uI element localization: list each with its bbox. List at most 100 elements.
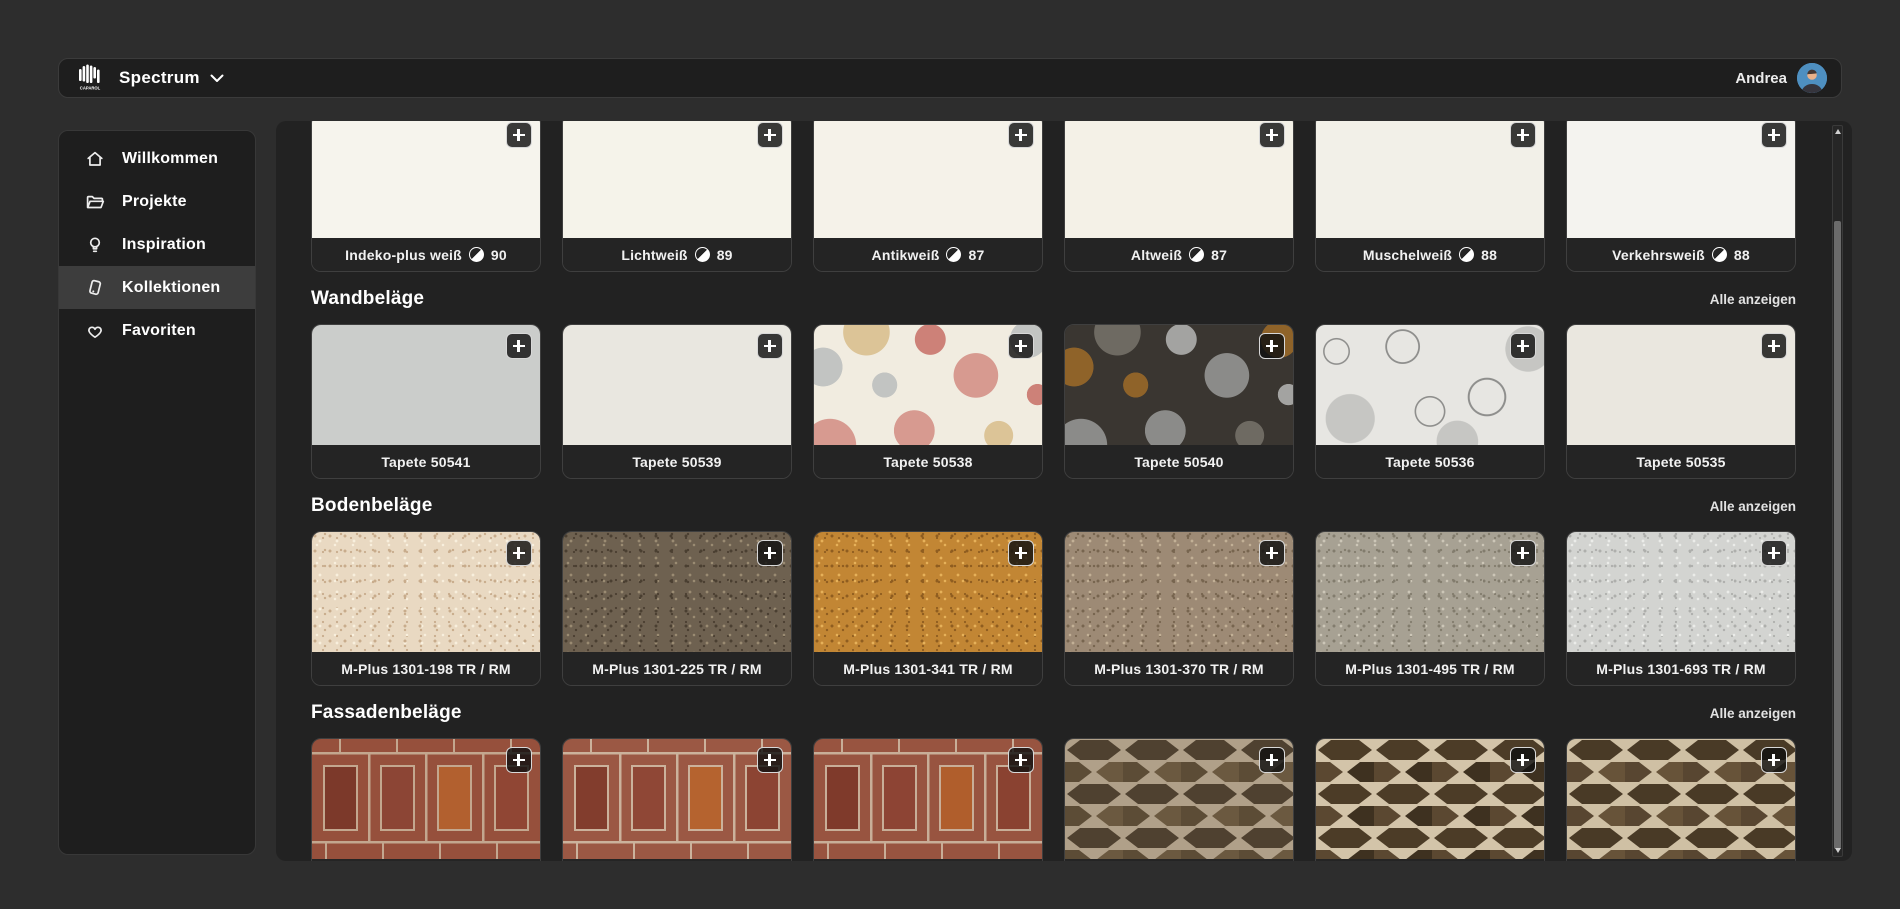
scroll-up-arrow-icon[interactable]	[1835, 129, 1841, 134]
add-plus-button[interactable]	[757, 747, 783, 773]
swatch-card-facade-brick-3[interactable]	[813, 738, 1043, 861]
paint-cards-row: Indeko-plus weiß 90 Lichtweiß 89 Antikwe…	[311, 121, 1796, 272]
swatch-card-mplus-693[interactable]: M-Plus 1301-693 TR / RM	[1566, 531, 1796, 686]
swatch-card-facade-hex-2[interactable]	[1315, 738, 1545, 861]
sidebar-item-kollektionen[interactable]: Kollektionen	[59, 266, 255, 309]
swatch-card-mplus-198[interactable]: M-Plus 1301-198 TR / RM	[311, 531, 541, 686]
swatch-image	[563, 739, 791, 859]
sidebar-item-favoriten[interactable]: Favoriten	[59, 309, 255, 352]
swatch-image	[1065, 532, 1293, 652]
add-plus-button[interactable]	[1259, 540, 1285, 566]
swatch-label: Antikweiß 87	[814, 238, 1042, 271]
swatch-name: Indeko-plus weiß	[345, 247, 462, 263]
swatch-card-facade-brick-1[interactable]	[311, 738, 541, 861]
add-plus-button[interactable]	[1259, 333, 1285, 359]
swatch-label: Altweiß 87	[1065, 238, 1293, 271]
swatch-name: M-Plus 1301-495 TR / RM	[1345, 661, 1515, 677]
add-plus-button[interactable]	[1259, 122, 1285, 148]
add-plus-button[interactable]	[1008, 747, 1034, 773]
folder-icon	[85, 192, 105, 212]
swatch-card-tapete-50536[interactable]: Tapete 50536	[1315, 324, 1545, 479]
swatch-card-altweiss[interactable]: Altweiß 87	[1064, 121, 1294, 272]
swatch-card-tapete-50541[interactable]: Tapete 50541	[311, 324, 541, 479]
swatch-card-mplus-370[interactable]: M-Plus 1301-370 TR / RM	[1064, 531, 1294, 686]
section-title: Wandbeläge	[311, 288, 424, 310]
show-all-link[interactable]: Alle anzeigen	[1710, 706, 1796, 721]
add-plus-button[interactable]	[757, 540, 783, 566]
swatch-image	[563, 121, 791, 238]
add-plus-button[interactable]	[757, 333, 783, 359]
swatch-image	[1567, 325, 1795, 445]
avatar[interactable]	[1797, 63, 1827, 93]
swatch-card-indeko-plus-weiss[interactable]: Indeko-plus weiß 90	[311, 121, 541, 272]
sidebar-item-label: Inspiration	[122, 236, 206, 254]
swatch-label: Tapete 50535	[1567, 445, 1795, 478]
swatch-name: Altweiß	[1131, 247, 1182, 263]
swatch-label	[814, 859, 1042, 861]
add-plus-button[interactable]	[506, 122, 532, 148]
swatch-card-tapete-50539[interactable]: Tapete 50539	[562, 324, 792, 479]
user-name: Andrea	[1735, 70, 1787, 87]
swatch-image	[814, 532, 1042, 652]
add-plus-button[interactable]	[1008, 122, 1034, 148]
show-all-link[interactable]: Alle anzeigen	[1710, 292, 1796, 307]
app-switcher[interactable]: Spectrum	[119, 68, 200, 88]
swatch-score: 87	[968, 247, 984, 263]
opacity-ratio-icon	[469, 247, 484, 262]
home-icon	[85, 149, 105, 169]
swatch-card-facade-hex-3[interactable]	[1566, 738, 1796, 861]
swatch-label: Indeko-plus weiß 90	[312, 238, 540, 271]
swatch-image	[1316, 739, 1544, 859]
vertical-scrollbar[interactable]	[1832, 125, 1843, 857]
swatch-card-lichtweiss[interactable]: Lichtweiß 89	[562, 121, 792, 272]
swatch-card-antikweiss[interactable]: Antikweiß 87	[813, 121, 1043, 272]
swatch-card-tapete-50540[interactable]: Tapete 50540	[1064, 324, 1294, 479]
sidebar-item-willkommen[interactable]: Willkommen	[59, 137, 255, 180]
swatch-name: M-Plus 1301-341 TR / RM	[843, 661, 1013, 677]
add-plus-button[interactable]	[506, 540, 532, 566]
sidebar-item-label: Kollektionen	[122, 279, 220, 297]
swatch-card-mplus-225[interactable]: M-Plus 1301-225 TR / RM	[562, 531, 792, 686]
swatch-image	[1065, 739, 1293, 859]
swatch-name: Tapete 50538	[883, 454, 972, 470]
swatch-image	[563, 532, 791, 652]
swatch-card-mplus-495[interactable]: M-Plus 1301-495 TR / RM	[1315, 531, 1545, 686]
add-plus-button[interactable]	[757, 122, 783, 148]
swatch-label: M-Plus 1301-370 TR / RM	[1065, 652, 1293, 685]
swatch-image	[312, 121, 540, 238]
sidebar-item-projekte[interactable]: Projekte	[59, 180, 255, 223]
add-plus-button[interactable]	[1761, 747, 1787, 773]
swatch-card-mplus-341[interactable]: M-Plus 1301-341 TR / RM	[813, 531, 1043, 686]
sidebar-item-inspiration[interactable]: Inspiration	[59, 223, 255, 266]
add-plus-button[interactable]	[1761, 122, 1787, 148]
add-plus-button[interactable]	[1008, 333, 1034, 359]
swatch-card-tapete-50538[interactable]: Tapete 50538	[813, 324, 1043, 479]
facade-cards-row	[311, 738, 1796, 861]
swatch-image	[1316, 121, 1544, 238]
swatch-image	[814, 121, 1042, 238]
swatch-image	[312, 532, 540, 652]
swatch-card-tapete-50535[interactable]: Tapete 50535	[1566, 324, 1796, 479]
swatch-card-facade-brick-2[interactable]	[562, 738, 792, 861]
add-plus-button[interactable]	[506, 747, 532, 773]
scroll-down-arrow-icon[interactable]	[1835, 848, 1841, 853]
swatch-label	[1065, 859, 1293, 861]
add-plus-button[interactable]	[1510, 122, 1536, 148]
add-plus-button[interactable]	[1510, 747, 1536, 773]
swatch-card-muschelweiss[interactable]: Muschelweiß 88	[1315, 121, 1545, 272]
caparol-logo-icon[interactable]: CAPAROL	[73, 61, 107, 95]
add-plus-button[interactable]	[1761, 540, 1787, 566]
add-plus-button[interactable]	[1510, 333, 1536, 359]
show-all-link[interactable]: Alle anzeigen	[1710, 499, 1796, 514]
chevron-down-icon[interactable]	[210, 74, 224, 83]
add-plus-button[interactable]	[1259, 747, 1285, 773]
swatch-card-facade-hex-1[interactable]	[1064, 738, 1294, 861]
swatchbook-icon	[85, 278, 105, 298]
add-plus-button[interactable]	[1008, 540, 1034, 566]
add-plus-button[interactable]	[1761, 333, 1787, 359]
swatch-card-verkehrsweiss[interactable]: Verkehrsweiß 88	[1566, 121, 1796, 272]
add-plus-button[interactable]	[1510, 540, 1536, 566]
add-plus-button[interactable]	[506, 333, 532, 359]
swatch-label: Tapete 50536	[1316, 445, 1544, 478]
scrollbar-thumb[interactable]	[1834, 221, 1841, 849]
